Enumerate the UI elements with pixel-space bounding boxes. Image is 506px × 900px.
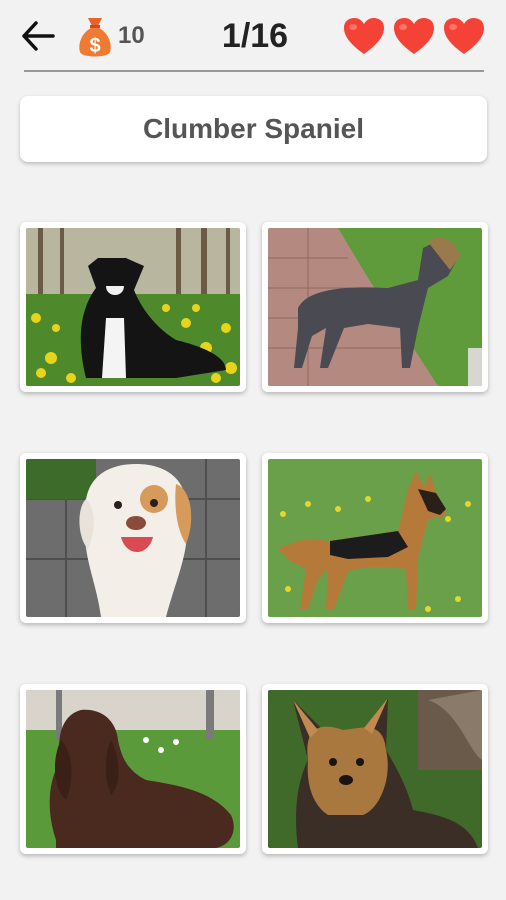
- heart-icon: [394, 18, 434, 54]
- arrow-left-icon: [22, 21, 55, 51]
- answer-option-6[interactable]: [262, 684, 488, 854]
- top-bar: $ 10 1/16: [0, 0, 506, 72]
- dog-photo: [26, 228, 240, 386]
- answer-option-2[interactable]: [262, 222, 488, 392]
- answer-option-4[interactable]: [262, 453, 488, 623]
- breed-question: Clumber Spaniel: [20, 96, 487, 162]
- money-bag-icon: $: [79, 18, 111, 57]
- dog-photo: [268, 228, 482, 386]
- back-button[interactable]: [18, 16, 58, 56]
- lives-indicator: [342, 14, 486, 58]
- answer-option-1[interactable]: [20, 222, 246, 392]
- answer-option-5[interactable]: [20, 684, 246, 854]
- heart-icon: [344, 18, 384, 54]
- answer-option-3[interactable]: [20, 453, 246, 623]
- svg-text:$: $: [89, 35, 100, 57]
- coin-count: 10: [118, 22, 145, 49]
- dog-photo: [268, 459, 482, 617]
- dog-photo: [26, 459, 240, 617]
- header-divider: [24, 70, 484, 72]
- question-progress: 1/16: [221, 17, 289, 55]
- heart-icon: [444, 18, 484, 54]
- dog-photo: [268, 690, 482, 848]
- dog-photo: [26, 690, 240, 848]
- coins-counter[interactable]: $ 10: [76, 12, 145, 60]
